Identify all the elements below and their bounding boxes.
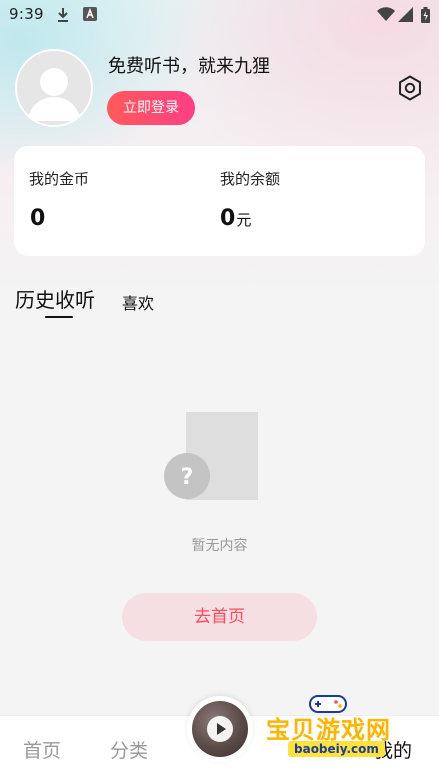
coins-value: 0 [30, 206, 46, 231]
go-home-button[interactable]: 去首页 [122, 593, 317, 641]
tab-active-indicator [45, 316, 73, 318]
balance-value: 0 [220, 206, 236, 231]
nav-category[interactable]: 分类 [110, 736, 148, 763]
watermark-url: baobeiy.com [288, 741, 385, 757]
empty-message: 暂无内容 [191, 538, 248, 554]
play-icon [217, 723, 226, 735]
watermark-title: 宝贝游戏网 [266, 716, 391, 744]
gear-icon[interactable] [396, 74, 424, 102]
a-icon [83, 7, 97, 21]
avatar[interactable] [15, 49, 93, 127]
balance-label: 我的余额 [220, 170, 281, 188]
login-button[interactable]: 立即登录 [107, 91, 195, 125]
profile-slogan: 免费听书，就来九狸 [108, 56, 270, 77]
balance-unit: 元 [236, 211, 252, 229]
now-playing-disc[interactable] [187, 696, 253, 762]
play-button[interactable] [207, 716, 233, 742]
signal-icon [398, 7, 413, 22]
coins-label: 我的金币 [29, 170, 90, 188]
battery-icon [421, 7, 430, 23]
empty-content-icon: ? [164, 412, 258, 500]
nav-home[interactable]: 首页 [23, 736, 61, 763]
balance-amount: 0元 [220, 206, 251, 231]
tab-likes[interactable]: 喜欢 [122, 290, 154, 314]
status-time: 9:39 [9, 5, 44, 23]
download-icon [58, 8, 68, 22]
wifi-icon [377, 7, 395, 21]
svg-text:?: ? [181, 465, 194, 490]
tab-history[interactable]: 历史收听 [15, 284, 95, 313]
status-bar: 9:39 [0, 0, 439, 30]
album-cover [192, 701, 248, 757]
watermark-logo: 宝贝游戏网 baobeiy.com [258, 690, 408, 770]
wallet-card: 我的金币 0 我的余额 0元 [14, 146, 425, 256]
